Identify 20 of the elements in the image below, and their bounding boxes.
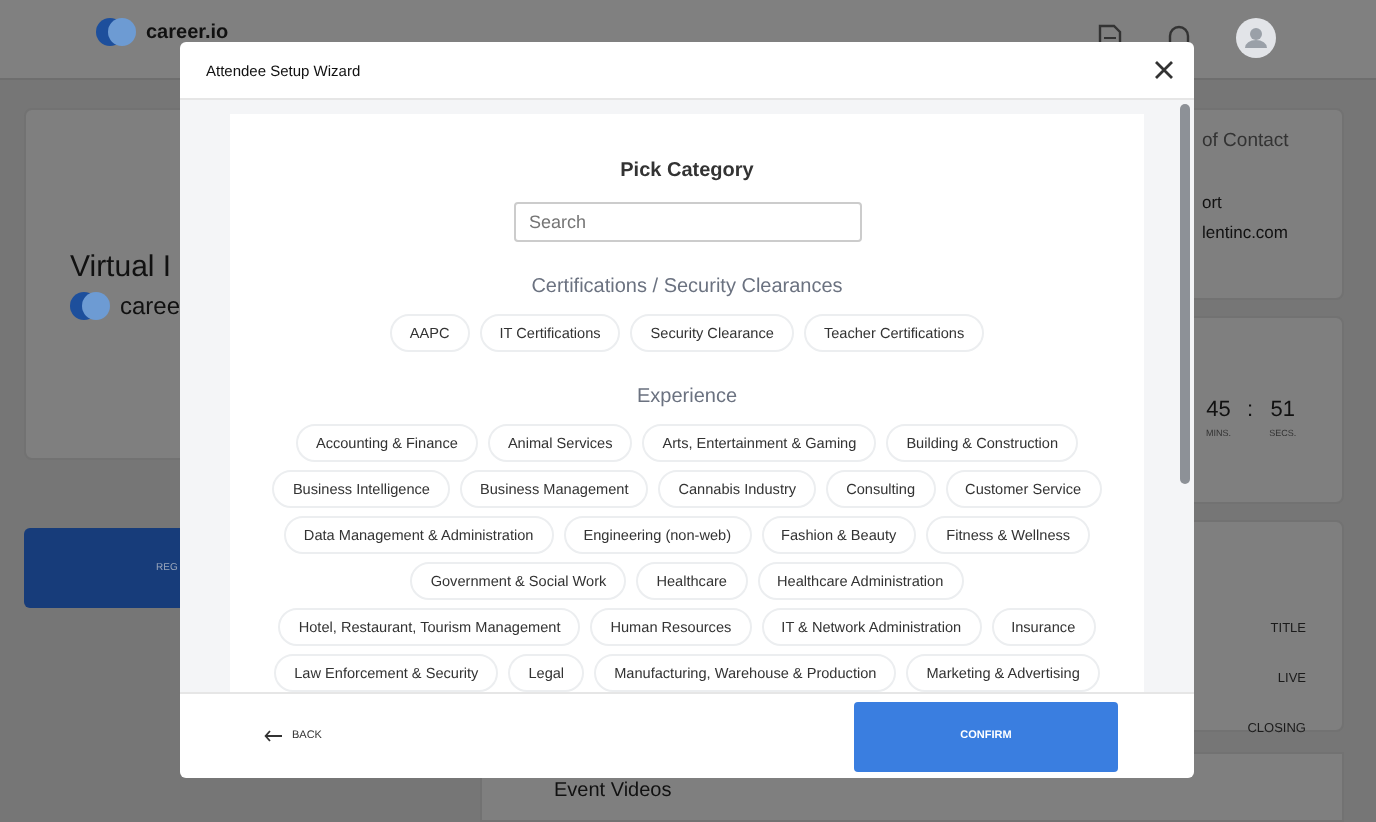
scrollbar-thumb[interactable]: [1180, 104, 1190, 484]
search-field[interactable]: Search: [513, 202, 861, 242]
event-title: Virtual I: [70, 250, 174, 284]
logo-text: career.io: [146, 21, 229, 43]
contact-title: of Contact: [1202, 130, 1291, 152]
logo-icon: [70, 292, 110, 320]
category-group-title: Experience: [636, 386, 738, 408]
contact-text: lentinc.com: [1202, 222, 1290, 242]
contact-text: ort: [1202, 192, 1224, 212]
countdown-value: 45: [1206, 398, 1231, 422]
close-icon[interactable]: [1154, 60, 1174, 80]
category-group-title: Certifications / Security Clearances: [531, 276, 843, 298]
logo-icon: [96, 18, 136, 46]
time-separator: :: [1247, 398, 1254, 422]
section-title: Event Videos: [554, 780, 672, 802]
organizer-name: caree: [120, 292, 181, 320]
arrow-left-icon: [264, 730, 282, 742]
panel-heading: Pick Category: [620, 160, 754, 182]
countdown-value: 51: [1270, 398, 1295, 422]
avatar-icon[interactable]: [1236, 18, 1276, 58]
